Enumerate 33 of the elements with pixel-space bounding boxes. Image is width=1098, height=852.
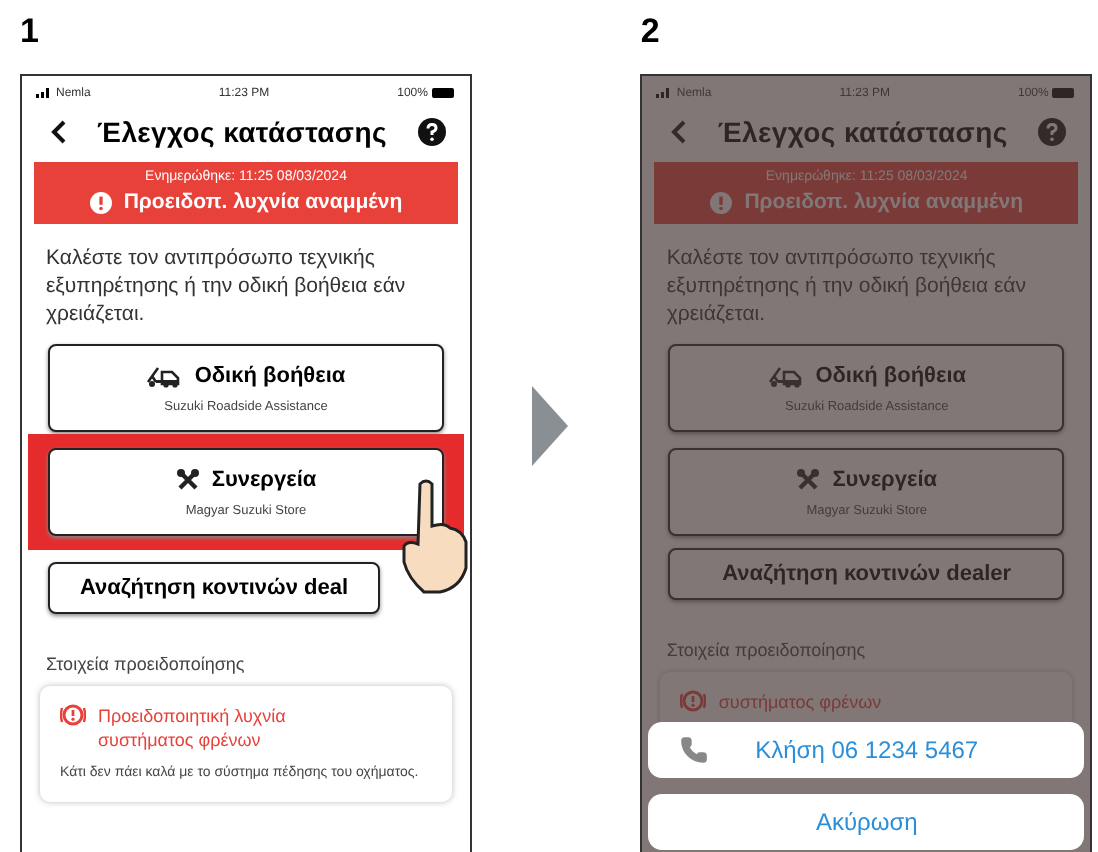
battery-icon xyxy=(1052,88,1077,98)
warning-icon xyxy=(680,690,707,712)
cancel-button[interactable]: Ακύρωση xyxy=(648,794,1085,850)
tow-truck-icon xyxy=(767,365,804,387)
signal-icon xyxy=(36,88,52,98)
step-number: 1 xyxy=(20,12,39,52)
warning-title: Προειδοποιητική λυχνία συστήματος φρένων xyxy=(98,704,286,752)
call-button[interactable]: Κλήση 06 1234 5467 xyxy=(648,722,1085,778)
back-icon[interactable] xyxy=(50,120,66,144)
tow-truck-icon xyxy=(146,365,183,387)
screen-title: Έλεγχος κατάστασης xyxy=(97,116,387,148)
tools-icon xyxy=(796,468,821,492)
instructions-text: Καλέστε τον αντιπρόσωπο τεχνικής εξυπηρέτησης ή την οδική βοήθεια εάν χρειάζεται. xyxy=(666,244,1029,328)
dealer-search-button[interactable]: Αναζήτηση κοντινών deal xyxy=(48,562,380,614)
warning-message: Προειδοπ. λυχνία αναμμένη xyxy=(744,190,1024,214)
signal-icon xyxy=(656,88,673,98)
alert-icon xyxy=(710,191,733,213)
warning-title: συστήματος φρένων xyxy=(718,690,882,714)
hand-drawing xyxy=(400,478,470,594)
step-number: 2 xyxy=(640,12,660,52)
help-icon[interactable] xyxy=(418,118,446,146)
dealer-search-button[interactable]: Αναζήτηση κοντινών dealer xyxy=(668,548,1065,600)
alert-icon xyxy=(89,191,112,213)
next-arrow-icon xyxy=(531,386,567,466)
warning-message: Προειδοπ. λυχνία αναμμένη xyxy=(123,190,403,214)
battery-icon xyxy=(431,88,456,98)
warning-icon xyxy=(60,704,86,726)
screen-title: Έλεγχος κατάστασης xyxy=(717,116,1008,148)
tools-icon xyxy=(175,468,200,492)
instructions-text: Καλέστε τον αντιπρόσωπο τεχνικής εξυπηρέτησης ή την οδική βοήθεια εάν χρειάζεται. xyxy=(46,244,408,328)
phone-icon xyxy=(680,736,709,764)
section-label: Στοιχεία προειδοποίησης xyxy=(666,640,868,660)
section-label: Στοιχεία προειδοποίησης xyxy=(46,654,247,674)
